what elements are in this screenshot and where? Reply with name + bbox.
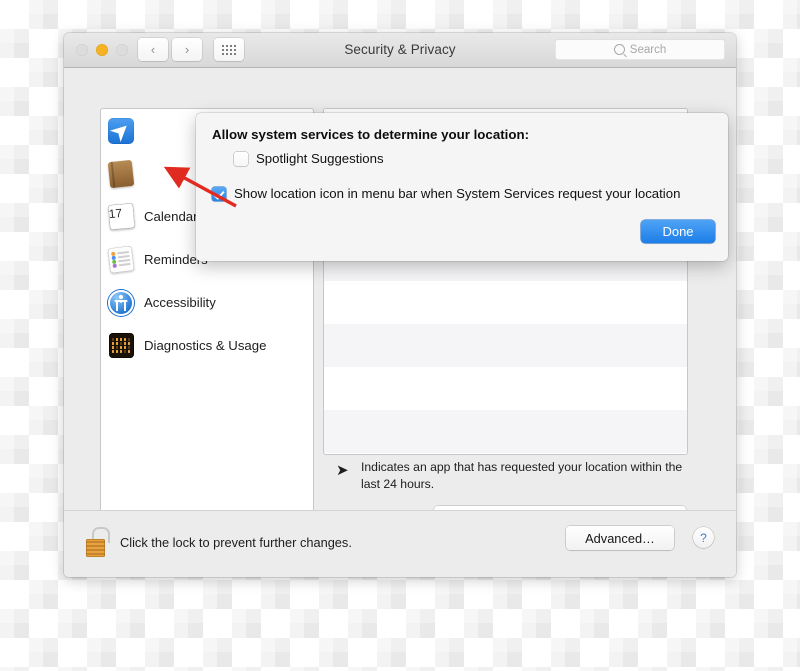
lock-hint-text: Click the lock to prevent further change… xyxy=(120,535,352,550)
window-footer: Click the lock to prevent further change… xyxy=(64,510,736,577)
list-item-accessibility[interactable]: Accessibility xyxy=(101,281,313,324)
table-row[interactable] xyxy=(324,281,687,324)
location-note-text: Indicates an app that has requested your… xyxy=(361,460,683,492)
calendar-day: 17 xyxy=(107,205,123,222)
done-button[interactable]: Done xyxy=(641,220,715,243)
help-button[interactable]: ? xyxy=(693,527,714,548)
calendar-icon: 17 xyxy=(107,202,135,231)
unlocked-padlock-icon[interactable] xyxy=(86,527,110,557)
sheet-title: Allow system services to determine your … xyxy=(212,127,530,142)
search-placeholder: Search xyxy=(629,43,667,56)
accessibility-icon xyxy=(107,289,135,317)
system-preferences-window: ‹ › Security & Privacy Search 17 Calenda… xyxy=(64,33,736,577)
reminders-icon xyxy=(107,245,135,274)
system-services-sheet: Allow system services to determine your … xyxy=(196,113,728,261)
show-location-icon-checkbox[interactable] xyxy=(212,187,226,201)
search-input[interactable]: Search xyxy=(555,39,725,60)
spotlight-suggestions-checkbox[interactable] xyxy=(234,152,248,166)
window-titlebar: ‹ › Security & Privacy Search xyxy=(64,33,736,68)
spotlight-suggestions-row[interactable]: Spotlight Suggestions xyxy=(234,151,384,166)
show-location-icon-label: Show location icon in menu bar when Syst… xyxy=(234,186,681,201)
location-arrow-icon: ➤ xyxy=(336,462,349,479)
search-icon xyxy=(613,44,625,55)
list-item-diagnostics[interactable]: Diagnostics & Usage xyxy=(101,324,313,367)
table-row[interactable] xyxy=(324,410,687,453)
list-item-label: Accessibility xyxy=(144,295,216,310)
location-note: ➤ Indicates an app that has requested yo… xyxy=(336,459,686,494)
contacts-icon xyxy=(107,159,135,188)
table-row[interactable] xyxy=(324,367,687,410)
show-location-icon-row[interactable]: Show location icon in menu bar when Syst… xyxy=(212,186,680,201)
advanced-button[interactable]: Advanced… xyxy=(566,526,674,550)
spotlight-suggestions-label: Spotlight Suggestions xyxy=(256,151,384,166)
location-services-icon xyxy=(107,117,135,145)
diagnostics-icon xyxy=(107,332,135,360)
table-row[interactable] xyxy=(324,324,687,367)
list-item-label: Diagnostics & Usage xyxy=(144,338,267,353)
